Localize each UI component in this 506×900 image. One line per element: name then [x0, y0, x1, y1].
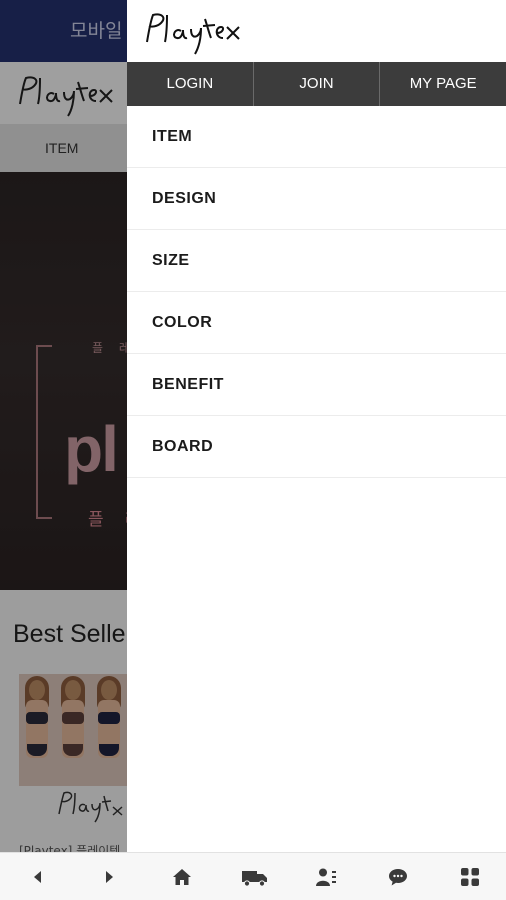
side-drawer: LOGIN JOIN MY PAGE ITEM DESIGN SIZE COLO…	[127, 0, 506, 852]
join-button[interactable]: JOIN	[254, 62, 381, 106]
bottom-toolbar	[0, 852, 506, 900]
account-bar: LOGIN JOIN MY PAGE	[127, 62, 506, 106]
forward-arrow-icon[interactable]	[97, 865, 121, 889]
menu-item-board[interactable]: BOARD	[127, 416, 506, 478]
back-arrow-icon[interactable]	[26, 865, 50, 889]
drawer-overlay[interactable]	[0, 0, 127, 852]
chat-bubble-icon[interactable]	[386, 865, 410, 889]
home-icon[interactable]	[170, 865, 194, 889]
menu-item-color[interactable]: COLOR	[127, 292, 506, 354]
delivery-truck-icon[interactable]	[241, 865, 269, 889]
playtex-logo[interactable]	[139, 4, 251, 60]
user-list-icon[interactable]	[314, 865, 338, 889]
menu-item-item[interactable]: ITEM	[127, 106, 506, 168]
drawer-header	[127, 0, 506, 62]
menu-item-design[interactable]: DESIGN	[127, 168, 506, 230]
grid-menu-icon[interactable]	[458, 865, 482, 889]
login-button[interactable]: LOGIN	[127, 62, 254, 106]
drawer-menu: ITEM DESIGN SIZE COLOR BENEFIT BOARD	[127, 106, 506, 478]
menu-item-size[interactable]: SIZE	[127, 230, 506, 292]
menu-item-benefit[interactable]: BENEFIT	[127, 354, 506, 416]
my-page-button[interactable]: MY PAGE	[380, 62, 506, 106]
